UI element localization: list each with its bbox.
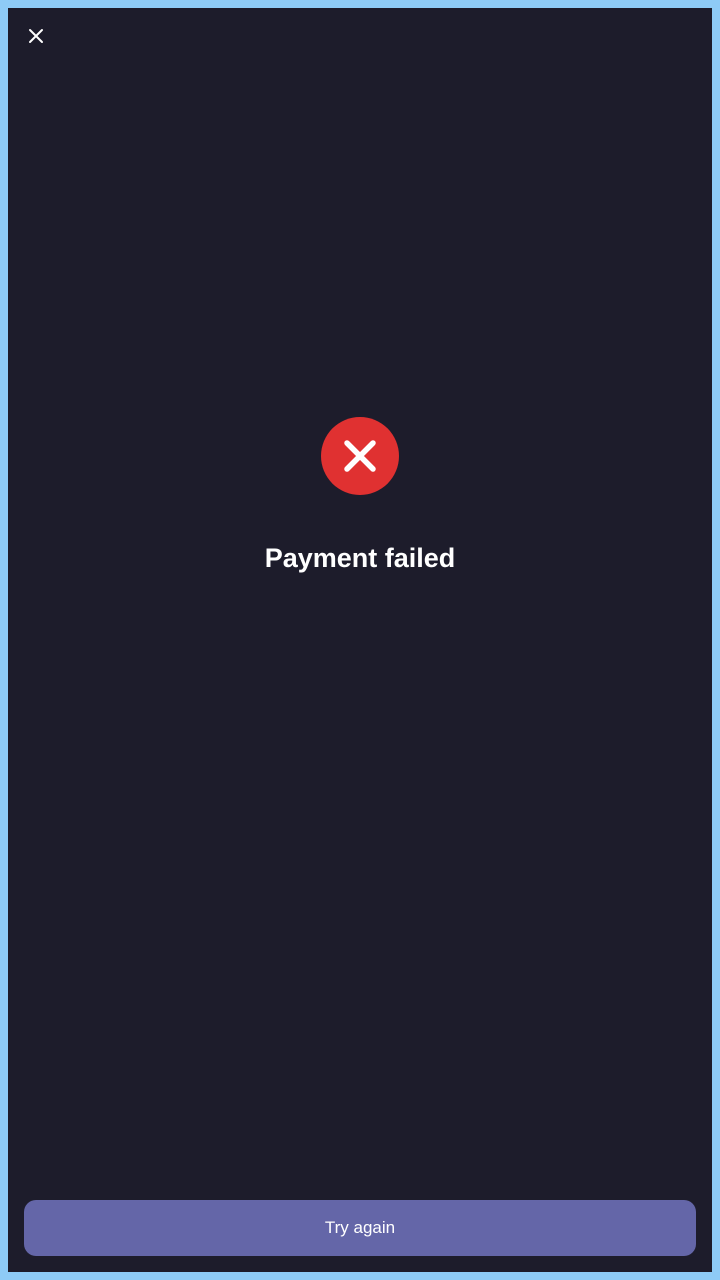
payment-failed-screen: Payment failed Try again (8, 8, 712, 1272)
close-button[interactable] (22, 22, 50, 50)
close-icon (29, 29, 43, 43)
try-again-button[interactable]: Try again (24, 1200, 696, 1256)
status-title: Payment failed (264, 543, 456, 573)
error-status-circle (321, 417, 399, 495)
x-icon (344, 440, 376, 472)
